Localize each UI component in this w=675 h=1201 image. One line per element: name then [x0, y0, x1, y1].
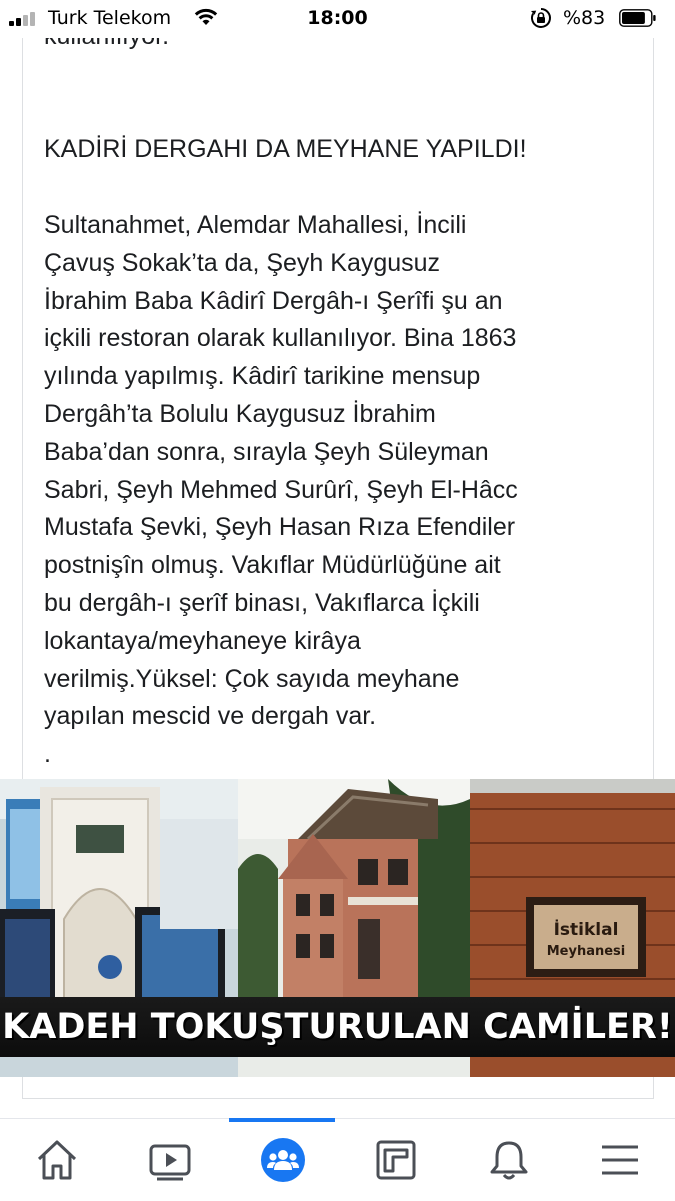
post-image[interactable]: İstiklal Meyhanesi KADEH TOKUŞTURULAN CA… — [0, 779, 675, 1077]
post-body-line: yapılan mescid ve dergah var. — [44, 702, 377, 731]
post-body-line: . — [44, 740, 51, 769]
groups-icon — [261, 1138, 305, 1182]
post-body-line: postnişîn olmuş. Vakıflar Müdürlüğüne ai… — [44, 551, 501, 580]
tab-watch[interactable] — [113, 1119, 225, 1201]
orientation-lock-icon — [531, 8, 551, 28]
post-body-line: bu dergâh-ı şerîf binası, Vakıflarca İçk… — [44, 588, 480, 617]
post-body-line: lokantaya/meyhaneye kirâya — [44, 626, 361, 655]
post-body: Sultanahmet, Alemdar Mahallesi, İncili Ç… — [44, 207, 518, 774]
tab-notifications[interactable] — [452, 1119, 564, 1201]
sign-text-meyhanesi: Meyhanesi — [547, 944, 626, 959]
video-icon — [149, 1144, 191, 1181]
post-body-line: yılında yapılmış. Kâdirî tarikine mensup — [44, 362, 481, 391]
post-body-line: Sabri, Şeyh Mehmed Surûrî, Şeyh El-Hâcc — [44, 475, 518, 504]
post-body-line: Çavuş Sokak’ta da, Şeyh Kaygusuz — [44, 248, 441, 277]
post-headline: KADİRİ DERGAHI DA MEYHANE YAPILDI! — [44, 135, 527, 163]
post-body-line: verilmiş.Yüksel: Çok sayıda meyhane — [44, 664, 460, 693]
sign-text-istiklal: İstiklal — [554, 918, 619, 940]
post-body-line: İbrahim Baba Kâdirî Dergâh-ı Şerîfi şu a… — [44, 286, 503, 315]
home-icon — [37, 1140, 77, 1180]
post-text-cut-line: kullanılıyor. — [44, 38, 169, 56]
battery-icon — [619, 9, 656, 27]
post-body-line: Dergâh’ta Bolulu Kaygusuz İbrahim — [44, 399, 436, 428]
post-body-line: Baba’dan sonra, sırayla Şeyh Süleyman — [44, 437, 489, 466]
tab-home[interactable] — [0, 1119, 112, 1201]
menu-icon — [602, 1145, 638, 1175]
post-body-line: Sultanahmet, Alemdar Mahallesi, İncili — [44, 211, 467, 239]
post-body-line: Mustafa Şevki, Şeyh Hasan Rıza Efendiler — [44, 513, 516, 542]
image-caption: KADEH TOKUŞTURULAN CAMİLER! — [2, 1007, 673, 1047]
bottom-tab-bar — [0, 1118, 675, 1201]
notifications-bell-icon — [490, 1141, 528, 1180]
tab-pages[interactable] — [339, 1119, 451, 1201]
battery-percent: %83 — [563, 7, 606, 29]
status-bar: Turk Telekom 18:00 %83 — [0, 0, 675, 38]
post-body-line: içkili restoran olarak kullanılıyor. Bin… — [44, 324, 517, 353]
pages-icon — [376, 1140, 416, 1180]
tab-groups[interactable] — [226, 1119, 338, 1201]
tab-menu[interactable] — [563, 1119, 675, 1201]
post-text: kullanılıyor. KADİRİ DERGAHI DA MEYHANE … — [44, 38, 644, 778]
